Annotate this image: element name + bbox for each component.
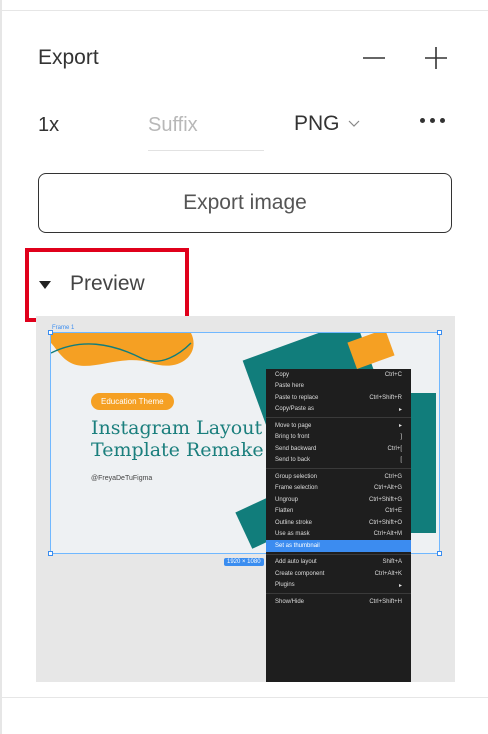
context-menu-item[interactable]: Set as thumbnail <box>266 540 411 552</box>
context-menu-item[interactable]: Ungroup Ctrl+Shift+G <box>266 494 411 506</box>
context-menu-item[interactable]: Bring to front] <box>266 432 411 444</box>
menu-item-shortcut: Ctrl+Alt+M <box>373 531 402 538</box>
menu-item-label: Bring to front <box>275 434 310 441</box>
frame-label: Frame 1 <box>52 325 75 331</box>
menu-item-label: Ungroup <box>275 496 299 503</box>
menu-item-shortcut: Ctrl+Shift+R <box>369 394 402 401</box>
thumbnail-headline: Instagram Layout Template Remake <box>91 417 264 461</box>
context-menu-item[interactable]: Outline stroke Ctrl+Shift+O <box>266 517 411 529</box>
menu-item-label: Set as thumbnail <box>275 542 320 549</box>
context-menu-item[interactable]: Show/Hide Ctrl+Shift+H <box>266 596 411 608</box>
thumbnail-badge: Education Theme <box>91 393 174 410</box>
export-image-button[interactable]: Export image <box>38 173 452 233</box>
menu-item-label: Use as mask <box>275 531 310 538</box>
context-menu: Copy Ctrl+C Paste here Paste to replace Ctrl… <box>266 369 411 682</box>
headline-line2: Template Remake <box>91 439 264 461</box>
menu-item-label: Copy/Paste as <box>275 406 315 413</box>
menu-item-shortcut: ] <box>400 434 402 441</box>
menu-item-label: Group selection <box>275 473 318 480</box>
more-horizontal-icon <box>420 118 425 123</box>
triangle-down-icon[interactable] <box>39 281 51 289</box>
format-select[interactable]: PNG <box>294 112 360 136</box>
headline-line1: Instagram Layout <box>91 417 263 439</box>
context-menu-item[interactable]: Send to back [ <box>266 455 411 467</box>
context-menu-item[interactable]: Copy/Paste as ▸ <box>266 404 411 416</box>
menu-item-shortcut: Ctrl+E <box>385 508 402 515</box>
menu-item-shortcut: Ctrl+C <box>384 371 402 378</box>
context-menu-item[interactable]: Add auto layout Shift+A <box>266 557 411 569</box>
top-divider <box>0 10 488 11</box>
context-menu-item[interactable]: Use as mask Ctrl+Alt+M <box>266 529 411 541</box>
menu-item-label: Send backward <box>275 445 317 452</box>
menu-item-label: Frame selection <box>275 485 318 492</box>
context-menu-item[interactable]: Flatten Ctrl+E <box>266 506 411 518</box>
menu-separator <box>266 468 411 469</box>
menu-item-shortcut: Ctrl+Alt+G <box>373 485 402 492</box>
menu-item-label: Send to back <box>275 457 311 464</box>
menu-item-shortcut: Ctrl+[ <box>387 445 402 452</box>
chevron-down-icon <box>348 120 359 127</box>
remove-export-button[interactable] <box>360 44 388 72</box>
menu-item-label: Plugins <box>275 582 295 589</box>
context-menu-item[interactable]: Paste to replace Ctrl+Shift+R <box>266 392 411 404</box>
selection-handle <box>437 330 442 335</box>
menu-item-shortcut: Ctrl+Shift+G <box>368 496 402 503</box>
context-menu-item[interactable]: Move to page ▸ <box>266 420 411 432</box>
export-section-title: Export <box>38 46 99 69</box>
preview-toggle[interactable]: Preview <box>70 272 145 296</box>
more-horizontal-icon <box>440 118 445 123</box>
context-menu-item[interactable]: Copy Ctrl+C <box>266 369 411 381</box>
selection-handle <box>437 551 442 556</box>
minus-icon <box>363 57 385 59</box>
size-tag: 1920 × 1080 <box>224 558 264 566</box>
menu-item-label: Move to page <box>275 422 312 429</box>
context-menu-item[interactable]: Create component Ctrl+Alt+K <box>266 568 411 580</box>
preview-image: Frame 1 Education Theme Instagram Layout… <box>36 316 455 682</box>
menu-separator <box>266 417 411 418</box>
thumbnail-handle: @FreyaDeTuFigma <box>91 475 153 482</box>
context-menu-item[interactable]: Plugins ▸ <box>266 580 411 592</box>
suffix-input[interactable]: Suffix <box>148 110 264 151</box>
menu-separator <box>266 553 411 555</box>
more-horizontal-icon <box>430 118 435 123</box>
menu-item-shortcut: Ctrl+Alt+K <box>374 570 402 577</box>
add-export-button[interactable] <box>422 44 450 72</box>
menu-item-shortcut: ▸ <box>398 582 402 589</box>
menu-item-shortcut: Ctrl+G <box>384 473 402 480</box>
menu-item-label: Paste here <box>275 383 305 390</box>
menu-item-label: Flatten <box>275 508 294 515</box>
menu-item-label: Create component <box>275 570 325 577</box>
format-value: PNG <box>294 112 340 135</box>
menu-item-label: Outline stroke <box>275 519 313 526</box>
menu-item-shortcut: Shift+A <box>382 559 402 566</box>
context-menu-item[interactable]: Send backward Ctrl+[ <box>266 443 411 455</box>
menu-item-shortcut: [ <box>400 457 402 464</box>
bottom-divider <box>0 697 488 698</box>
plus-icon <box>425 47 447 69</box>
selection-handle <box>48 330 53 335</box>
more-options-button[interactable] <box>420 118 445 123</box>
context-menu-item[interactable]: Group selection Ctrl+G <box>266 471 411 483</box>
menu-item-label: Paste to replace <box>275 394 319 401</box>
menu-separator <box>266 593 411 594</box>
selection-handle <box>48 551 53 556</box>
menu-item-shortcut: ▸ <box>398 406 402 413</box>
context-menu-item[interactable]: Frame selection Ctrl+Alt+G <box>266 483 411 495</box>
menu-item-label: Add auto layout <box>275 559 317 566</box>
menu-item-shortcut: Ctrl+Shift+H <box>369 598 402 605</box>
context-menu-item[interactable]: Paste here <box>266 381 411 393</box>
menu-item-shortcut: ▸ <box>398 423 402 430</box>
export-scale[interactable]: 1x <box>38 114 59 137</box>
panel-left-border <box>0 0 2 734</box>
menu-item-label: Copy <box>275 371 290 378</box>
menu-item-shortcut: Ctrl+Shift+O <box>368 519 402 526</box>
menu-item-label: Show/Hide <box>275 598 305 605</box>
